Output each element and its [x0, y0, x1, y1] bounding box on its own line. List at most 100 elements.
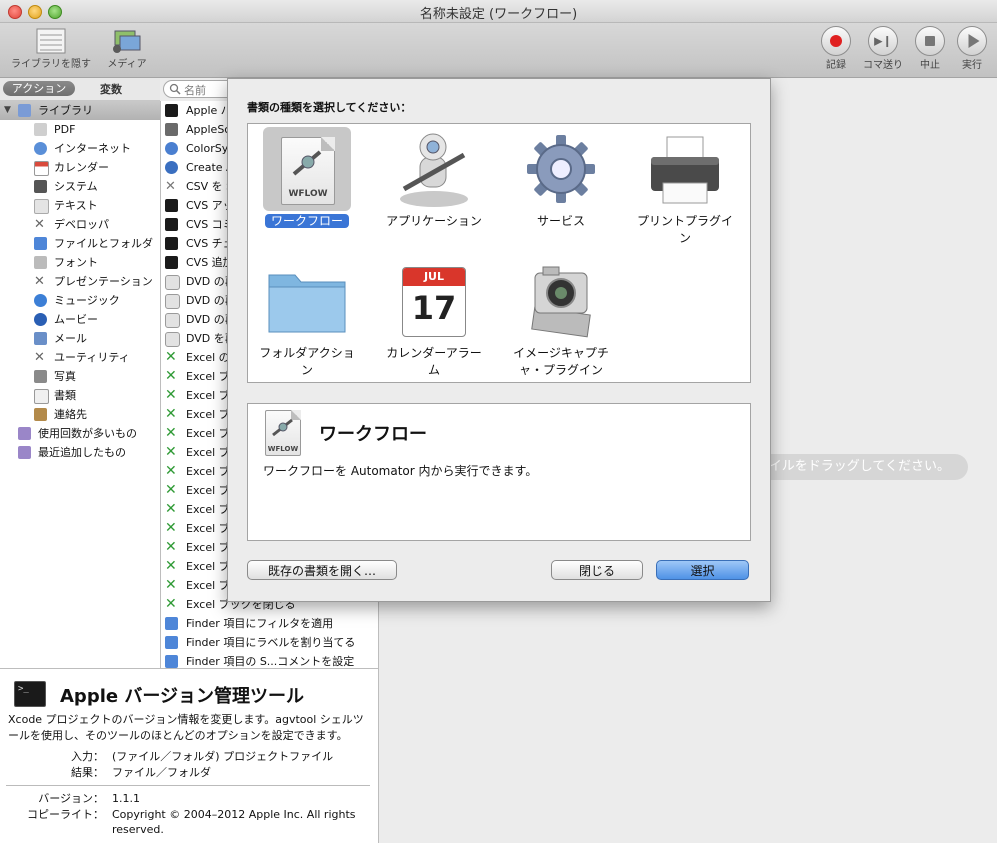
tree-item-label: PDF	[54, 123, 76, 136]
terminal-icon	[165, 237, 178, 250]
action-row[interactable]: Finder 項目にフィルタを適用	[161, 614, 378, 633]
tree-item-documents[interactable]: 書類	[0, 386, 160, 405]
tree-item-contacts[interactable]: 連絡先	[0, 405, 160, 424]
tree-item-label: システム	[54, 180, 98, 193]
pdf-icon	[34, 123, 47, 136]
action-row[interactable]: Finder 項目の S...コメントを設定	[161, 652, 378, 668]
dvd-icon	[165, 294, 180, 309]
terminal-icon	[165, 199, 178, 212]
calendar-icon: JUL 17	[390, 259, 478, 343]
font-icon	[34, 256, 47, 269]
media-button[interactable]: メディア	[102, 27, 152, 70]
photo-icon	[34, 370, 47, 383]
action-label: Excel ブ	[186, 427, 230, 440]
action-row[interactable]: Finder 項目にラベルを割り当てる	[161, 633, 378, 652]
tree-item-movies[interactable]: ムービー	[0, 310, 160, 329]
media-icon	[113, 30, 141, 53]
type-application[interactable]: アプリケーション	[375, 127, 493, 230]
variables-tab[interactable]: 変数	[100, 81, 122, 97]
tree-item-label: 使用回数が多いもの	[38, 427, 137, 440]
action-label: AppleSc	[186, 123, 231, 136]
tree-item-files-folders[interactable]: ファイルとフォルダ	[0, 234, 160, 253]
tree-item-calendar[interactable]: カレンダー	[0, 158, 160, 177]
action-label: Excel ブ	[186, 408, 230, 421]
type-label: プリントプラグイン	[636, 214, 733, 245]
tree-item-photos[interactable]: 写真	[0, 367, 160, 386]
step-button[interactable]: ▶❙ コマ送り	[858, 26, 908, 71]
dvd-icon	[165, 332, 180, 347]
tree-item-utilities[interactable]: ✕ ユーティリティ	[0, 348, 160, 367]
tree-item-label: ユーティリティ	[54, 351, 130, 364]
workflow-doc-label: WFLOW	[267, 445, 299, 453]
action-label: Excel ブ	[186, 465, 230, 478]
version-key: バージョン：	[38, 792, 104, 805]
info-text: ワークフローを Automator 内から実行できます。	[263, 464, 538, 478]
type-workflow[interactable]: WFLOW ワークフロー	[248, 127, 366, 230]
select-button[interactable]: 選択	[656, 560, 749, 580]
toolbar: ライブラリを隠す メディア 記録 ▶❙ コマ送り 中止 実行	[0, 23, 997, 78]
search-placeholder: 名前	[184, 84, 206, 97]
camera-icon	[531, 266, 591, 338]
disclosure-triangle-icon[interactable]: ▼	[4, 101, 11, 120]
tree-item-mail[interactable]: メール	[0, 329, 160, 348]
terminal-icon	[165, 104, 178, 117]
tree-item-recently-added[interactable]: 最近追加したもの	[0, 443, 160, 462]
tree-item-most-used[interactable]: 使用回数が多いもの	[0, 424, 160, 443]
type-print-plugin[interactable]: プリントプラグイン	[626, 127, 744, 247]
tree-item-presentation[interactable]: ✕ プレゼンテーション	[0, 272, 160, 291]
system-icon	[34, 180, 47, 193]
excel-icon: ✕	[165, 558, 177, 574]
hide-library-button[interactable]: ライブラリを隠す	[4, 27, 98, 70]
run-button[interactable]: 実行	[954, 26, 990, 71]
excel-icon: ✕	[165, 463, 177, 479]
finder-icon	[165, 655, 178, 668]
action-label: Excel ブ	[186, 579, 230, 592]
excel-icon: ✕	[165, 406, 177, 422]
action-label: Excel ブ	[186, 503, 230, 516]
action-label: Excel ブ	[186, 560, 230, 573]
tree-item-label: デベロッパ	[54, 218, 109, 231]
tools-icon: ✕	[34, 274, 45, 289]
type-folder-action[interactable]: フォルダアクション	[248, 259, 366, 379]
tree-item-music[interactable]: ミュージック	[0, 291, 160, 310]
calendar-month: JUL	[403, 268, 465, 286]
search-field[interactable]: 名前	[163, 80, 237, 98]
gear-icon	[527, 135, 595, 203]
type-calendar-alarm[interactable]: JUL 17 カレンダーアラーム	[375, 259, 493, 379]
divider	[6, 785, 370, 786]
actions-tab[interactable]: アクション	[3, 81, 75, 96]
tree-item-label: 書類	[54, 389, 76, 402]
tree-item-system[interactable]: システム	[0, 177, 160, 196]
tree-item-text[interactable]: テキスト	[0, 196, 160, 215]
run-label: 実行	[962, 60, 982, 71]
record-button[interactable]: 記録	[818, 26, 854, 71]
type-image-capture-plugin[interactable]: イメージキャプチャ・プラグイン	[502, 259, 620, 379]
close-button[interactable]: 閉じる	[551, 560, 643, 580]
open-existing-document-button[interactable]: 既存の書類を開く…	[247, 560, 397, 580]
tree-item-label: ファイルとフォルダ	[54, 237, 153, 250]
tree-item-internet[interactable]: インターネット	[0, 139, 160, 158]
tree-item-pdf[interactable]: PDF	[0, 120, 160, 139]
terminal-icon: >_	[14, 681, 46, 707]
stop-icon	[925, 36, 935, 46]
tree-item-developer[interactable]: ✕ デベロッパ	[0, 215, 160, 234]
stop-button[interactable]: 中止	[912, 26, 948, 71]
type-label: カレンダーアラーム	[386, 346, 482, 377]
tree-item-fonts[interactable]: フォント	[0, 253, 160, 272]
smart-folder-icon	[18, 427, 31, 440]
tree-item-label: 最近追加したもの	[38, 446, 126, 459]
finder-icon	[165, 617, 178, 630]
type-label: ワークフロー	[264, 214, 349, 228]
version-value: 1.1.1	[112, 792, 140, 805]
search-icon	[169, 83, 181, 95]
info-title: ワークフロー	[319, 424, 427, 445]
tree-item-library[interactable]: ▼ ライブラリ	[0, 101, 160, 120]
record-icon	[830, 35, 842, 47]
result-key: 結果：	[71, 766, 104, 779]
copyright-value: Copyright © 2004–2012 Apple Inc. All rig…	[112, 808, 356, 836]
action-description-panel: >_ Apple バージョン管理ツール Xcode プロジェクトのバージョン情報…	[0, 668, 379, 843]
tree-item-label: 連絡先	[54, 408, 87, 421]
excel-icon: ✕	[165, 577, 177, 593]
type-service[interactable]: サービス	[502, 127, 620, 230]
action-label: ColorSy	[186, 142, 229, 155]
